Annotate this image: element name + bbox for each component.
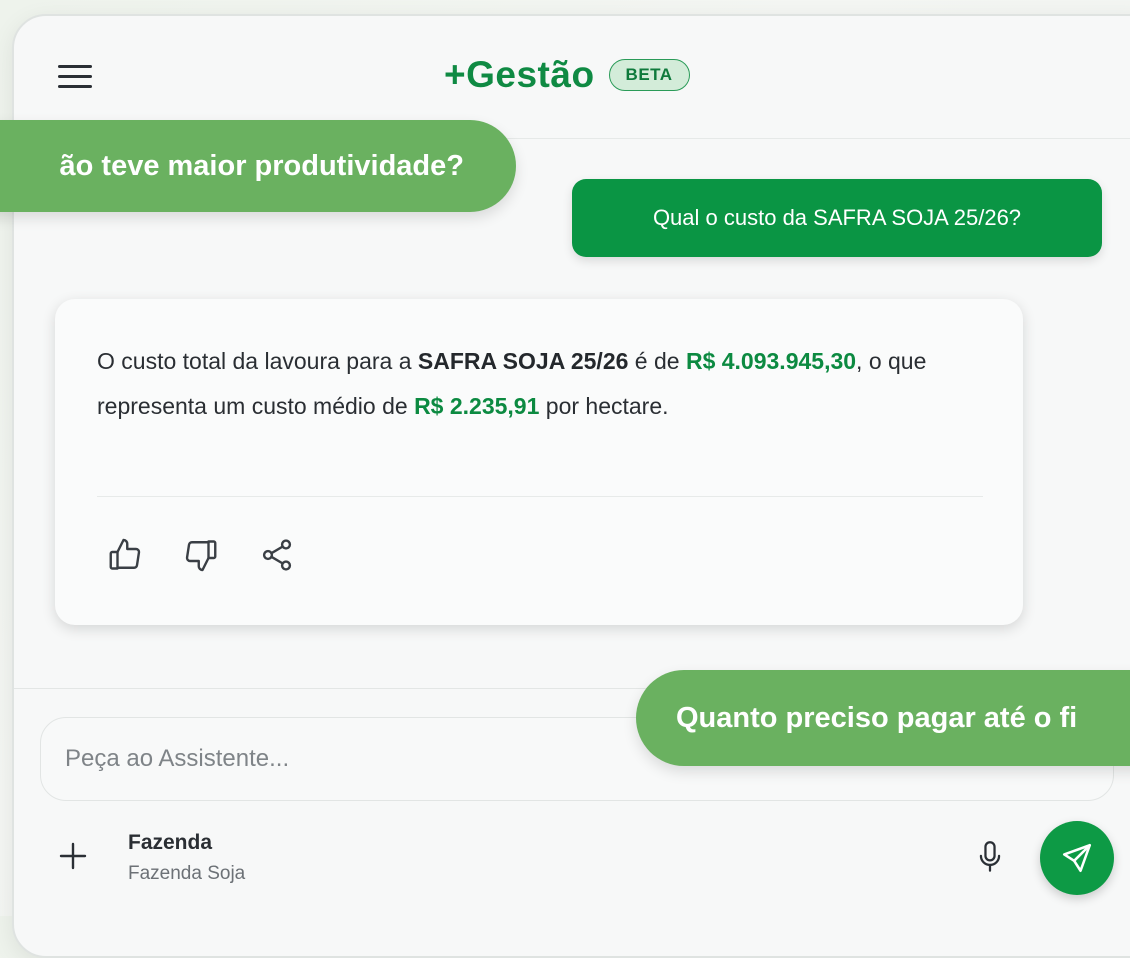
suggestion-text-left: ão teve maior produtividade? xyxy=(59,149,464,182)
farm-context-label[interactable]: Fazenda xyxy=(128,831,212,855)
answer-crop-name: SAFRA SOJA 25/26 xyxy=(417,348,629,374)
suggestion-text-right: Quanto preciso pagar até o fi xyxy=(676,701,1078,734)
user-message-text: Qual o custo da SAFRA SOJA 25/26? xyxy=(652,205,1022,230)
share-icon[interactable] xyxy=(259,537,295,573)
suggestion-bubble-left[interactable]: ão teve maior produtividade? xyxy=(0,120,516,212)
beta-badge: BETA xyxy=(608,59,690,91)
plus-icon[interactable] xyxy=(58,841,88,871)
brand: +Gestão BETA xyxy=(444,54,690,96)
card-divider xyxy=(97,496,983,497)
answer-actions xyxy=(107,537,295,573)
send-icon xyxy=(1062,843,1092,873)
answer-total-cost: R$ 4.093.945,30 xyxy=(685,348,857,374)
suggestion-bubble-right[interactable]: Quanto preciso pagar até o fi xyxy=(636,670,1130,766)
assistant-answer-card: O custo total da lavoura para a SAFRA SO… xyxy=(55,299,1023,625)
answer-text-part: é de xyxy=(628,348,686,374)
answer-text-part: O custo total da lavoura para a xyxy=(97,348,418,374)
send-button[interactable] xyxy=(1040,821,1114,895)
app-title: +Gestão xyxy=(444,54,595,95)
user-message-bubble: Qual o custo da SAFRA SOJA 25/26? xyxy=(572,179,1102,257)
thumbs-up-icon[interactable] xyxy=(107,537,143,573)
answer-average-cost: R$ 2.235,91 xyxy=(414,393,540,419)
answer-text-part: por hectare. xyxy=(539,393,669,419)
assistant-answer-text: O custo total da lavoura para a SAFRA SO… xyxy=(97,339,977,429)
thumbs-down-icon[interactable] xyxy=(183,537,219,573)
menu-icon[interactable] xyxy=(58,65,92,93)
farm-context-value: Fazenda Soja xyxy=(128,863,246,884)
microphone-icon[interactable] xyxy=(976,840,1004,874)
